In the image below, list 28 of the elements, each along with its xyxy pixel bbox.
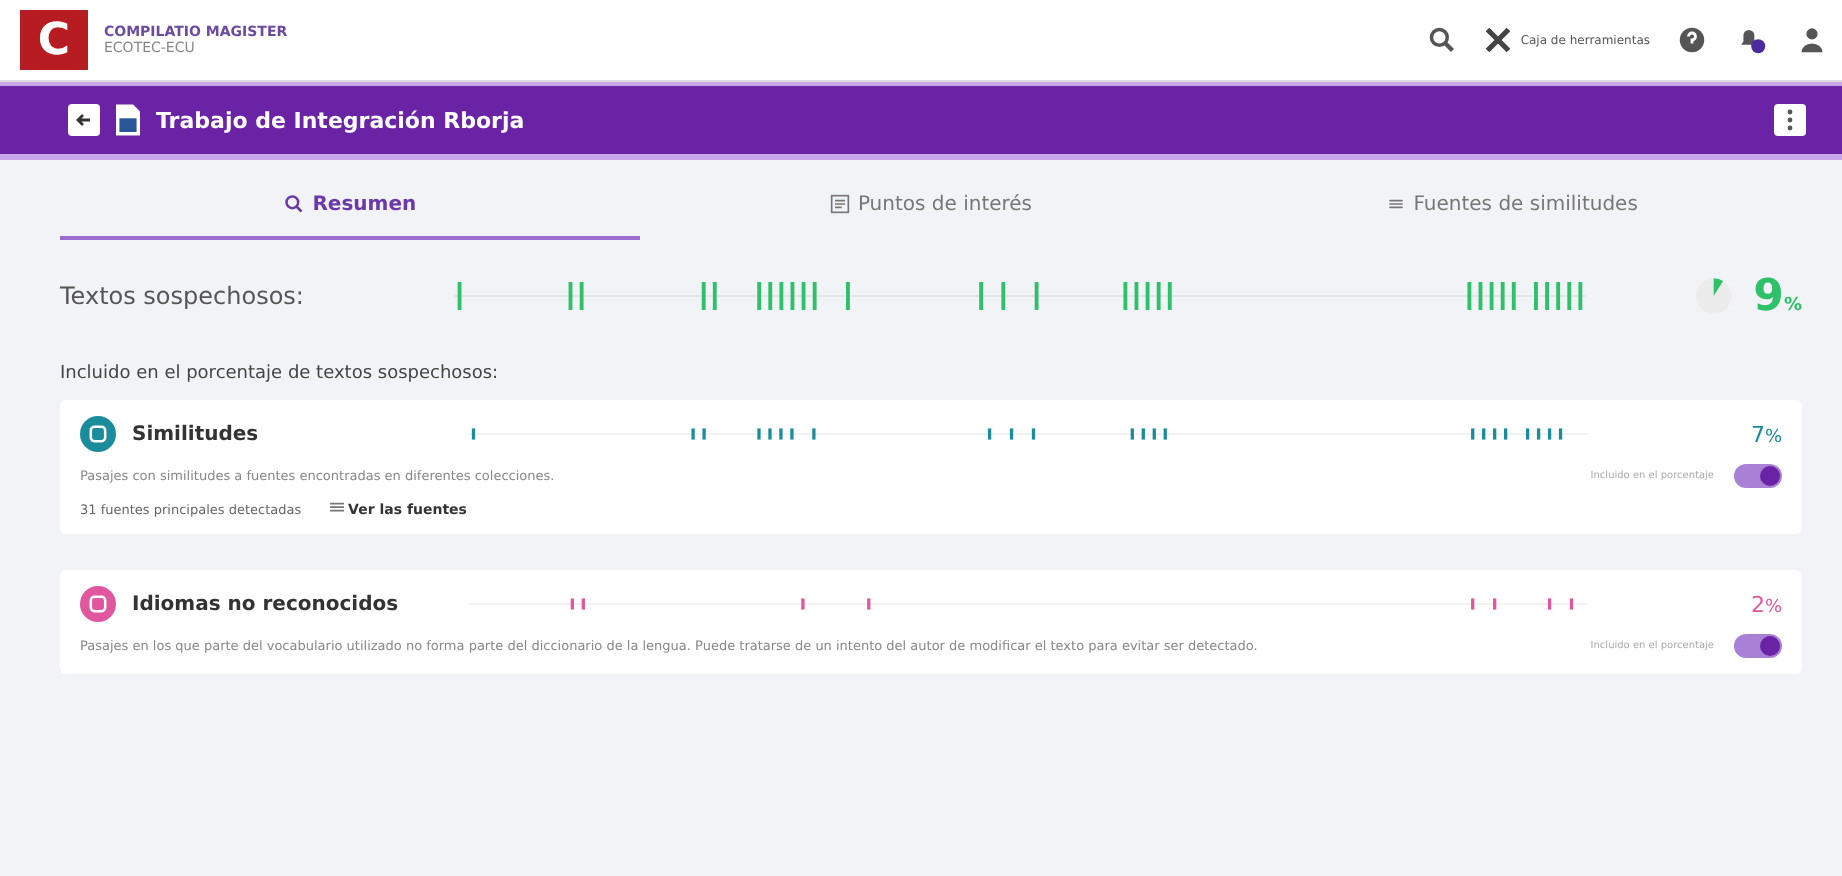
back-button[interactable] bbox=[68, 104, 100, 136]
category-title: Idiomas no reconocidos bbox=[132, 593, 401, 615]
user-icon[interactable] bbox=[1798, 26, 1826, 54]
tab[interactable]: Fuentes de similitudes bbox=[1221, 172, 1802, 240]
tools-icon bbox=[1484, 26, 1513, 54]
more-button[interactable] bbox=[1774, 104, 1806, 136]
search-icon[interactable] bbox=[1428, 26, 1457, 54]
category-percentage: 7% bbox=[1750, 421, 1782, 447]
document-icon bbox=[829, 194, 850, 214]
category-title: Similitudes bbox=[132, 423, 261, 445]
suspicious-percentage: 9% bbox=[1753, 271, 1802, 321]
list-icon bbox=[329, 500, 344, 514]
suspicious-texts-label: Textos sospechosos: bbox=[60, 282, 306, 310]
help-icon[interactable] bbox=[1678, 26, 1706, 54]
include-toggle[interactable] bbox=[1734, 464, 1782, 488]
section-title: Incluido en el porcentaje de textos sospechosos: bbox=[60, 364, 501, 384]
more-icon bbox=[1786, 108, 1794, 132]
tab[interactable]: Resumen bbox=[60, 172, 641, 240]
document-icon bbox=[116, 104, 140, 136]
category-percentage: 2% bbox=[1750, 591, 1782, 617]
tab[interactable]: Puntos de interés bbox=[640, 172, 1222, 240]
document-title: Trabajo de Integración Rborja bbox=[156, 107, 525, 133]
arrow-left-icon bbox=[74, 110, 94, 130]
list-icon bbox=[1385, 194, 1406, 214]
pie-icon bbox=[1693, 276, 1734, 316]
logo-icon: C bbox=[20, 10, 88, 70]
search-icon bbox=[284, 194, 305, 214]
include-toggle[interactable] bbox=[1734, 634, 1782, 658]
